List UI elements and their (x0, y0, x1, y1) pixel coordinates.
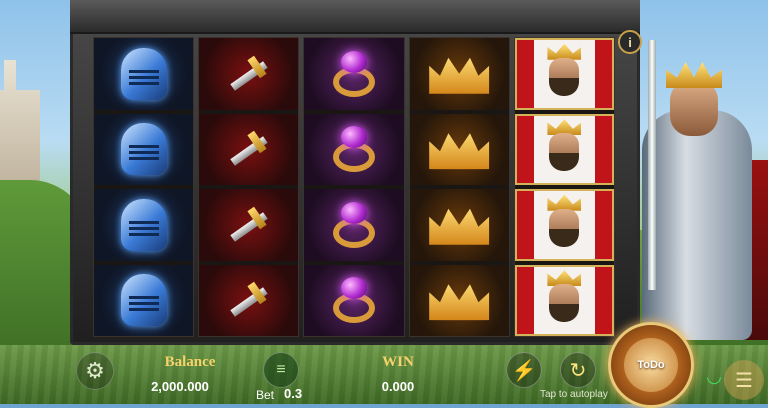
autoplay-icon: ↻ (569, 359, 587, 382)
spin-label: ToDo (624, 338, 678, 392)
menu-icon: ☰ (735, 369, 753, 392)
reel-1 (93, 37, 195, 337)
sword-symbol (199, 113, 299, 185)
crown-symbol (409, 264, 509, 336)
ring-symbol (304, 189, 404, 261)
reel-3 (303, 37, 405, 337)
helmet-symbol (94, 264, 194, 336)
ring-icon (329, 126, 379, 173)
reel-5 (513, 37, 615, 337)
win-value: 0.000 (381, 379, 415, 394)
ring-symbol (304, 38, 404, 110)
wifi-icon: ◡ (706, 365, 722, 386)
crown-icon (429, 284, 490, 321)
gear-icon: ⚙ (85, 358, 105, 383)
king-symbol (514, 189, 614, 261)
king-icon (541, 270, 587, 330)
king-icon (541, 119, 587, 179)
crown-icon (429, 57, 490, 94)
ring-symbol (304, 264, 404, 336)
sword-symbol (199, 189, 299, 261)
balance-value: 2,000.000 (151, 379, 209, 394)
reel-2 (198, 37, 300, 337)
king-symbol (514, 264, 614, 336)
lightning-icon: ⚡ (511, 359, 537, 382)
crown-icon (429, 133, 490, 170)
reel-frame-top (70, 0, 640, 34)
knight-character (622, 40, 768, 340)
bet-button[interactable]: ≡ (263, 352, 299, 388)
bet-value: 0.3 (284, 386, 303, 401)
sword-icon (223, 129, 275, 169)
crown-icon (429, 208, 490, 245)
ring-icon (329, 201, 379, 248)
ring-symbol (304, 113, 404, 185)
ring-icon (329, 50, 379, 97)
sword-icon (223, 280, 275, 320)
turbo-button[interactable]: ⚡ (506, 352, 542, 388)
king-icon (541, 194, 587, 255)
sword-icon (223, 54, 275, 94)
crown-symbol (409, 189, 509, 261)
sword-icon (223, 205, 275, 245)
king-icon (541, 43, 587, 104)
crown-symbol (409, 113, 509, 185)
balance-label: Balance (164, 354, 216, 370)
reel-4 (408, 37, 510, 337)
sword-symbol (199, 38, 299, 110)
helmet-symbol (94, 113, 194, 185)
autoplay-button[interactable]: ↻ (560, 352, 596, 388)
helmet-icon (120, 47, 167, 100)
king-symbol (514, 113, 614, 185)
menu-button[interactable]: ☰ (724, 360, 764, 400)
reel-grid (93, 37, 615, 337)
autoplay-hint: Tap to autoplay (540, 389, 608, 400)
helmet-symbol (94, 189, 194, 261)
crown-symbol (409, 38, 509, 110)
settings-button[interactable]: ⚙ (76, 352, 114, 390)
king-symbol (514, 38, 614, 110)
helmet-icon (120, 274, 167, 327)
coins-icon: ≡ (276, 361, 286, 378)
helmet-icon (120, 123, 167, 176)
spin-button[interactable]: ToDo (608, 322, 694, 408)
helmet-icon (120, 198, 167, 251)
helmet-symbol (94, 38, 194, 110)
sword-symbol (199, 264, 299, 336)
win-label: WIN (382, 354, 414, 370)
bet-label: Bet (256, 388, 275, 402)
ring-icon (329, 277, 379, 324)
